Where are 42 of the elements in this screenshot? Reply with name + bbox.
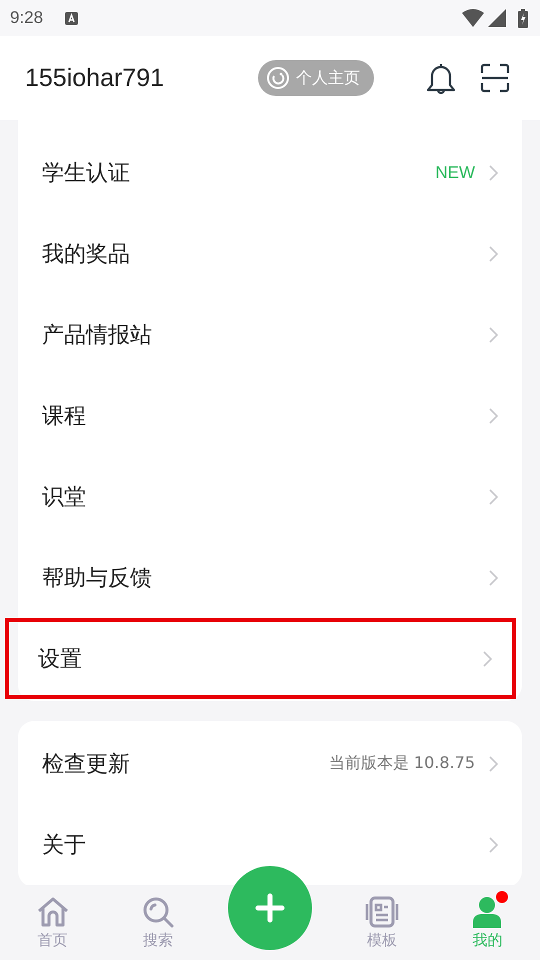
battery-icon bbox=[518, 8, 528, 28]
document-icon bbox=[365, 896, 400, 928]
menu-item[interactable]: 我的奖品 bbox=[18, 213, 522, 294]
menu-item-label: 检查更新 bbox=[42, 750, 130, 778]
scan-icon[interactable] bbox=[480, 63, 510, 93]
menu-item-label: 学生认证 bbox=[42, 160, 130, 188]
menu-item[interactable]: 学生认证 NEW bbox=[18, 132, 522, 213]
menu-item-label: 我的奖品 bbox=[42, 240, 130, 268]
menu-item-label: 关于 bbox=[42, 832, 86, 860]
signal-icon bbox=[488, 9, 506, 27]
chevron-right-icon bbox=[489, 756, 498, 772]
chevron-right-icon bbox=[489, 408, 498, 424]
menu-item[interactable]: 识堂 bbox=[18, 456, 522, 537]
menu-item[interactable]: 课程 bbox=[18, 375, 522, 456]
menu-item[interactable]: 关于 bbox=[18, 804, 522, 885]
menu-item-label: 产品情报站 bbox=[42, 322, 152, 350]
person-icon bbox=[472, 896, 502, 928]
menu-item-label: 课程 bbox=[42, 402, 86, 430]
chevron-right-icon bbox=[489, 488, 498, 504]
chevron-right-icon bbox=[489, 164, 498, 180]
new-label: NEW bbox=[435, 162, 475, 182]
chevron-right-icon bbox=[489, 326, 498, 342]
wifi-icon bbox=[462, 9, 484, 27]
status-time: 9:28 bbox=[10, 8, 44, 28]
chevron-right-icon bbox=[483, 650, 492, 666]
chevron-right-icon bbox=[489, 570, 498, 586]
menu-item-label: 识堂 bbox=[42, 484, 86, 512]
chevron-right-icon bbox=[489, 836, 498, 852]
menu-item-label: 帮助与反馈 bbox=[42, 564, 152, 592]
keyboard-notification-icon bbox=[65, 12, 78, 24]
version-text: 当前版本是 10.8.75 bbox=[328, 753, 475, 774]
plus-icon bbox=[254, 892, 285, 922]
menu-item[interactable]: 检查更新 当前版本是 10.8.75 bbox=[18, 723, 522, 804]
menu-item[interactable]: 产品情报站 bbox=[18, 294, 522, 375]
menu-item-label: 设置 bbox=[38, 646, 82, 674]
home-icon bbox=[36, 896, 70, 928]
profile-icon bbox=[266, 66, 290, 90]
search-icon bbox=[142, 896, 174, 928]
chevron-right-icon bbox=[489, 246, 498, 262]
username: 155iohar791 bbox=[25, 64, 164, 92]
menu-item[interactable]: 设置 bbox=[5, 618, 516, 699]
menu-item[interactable]: 帮助与反馈 bbox=[18, 537, 522, 618]
